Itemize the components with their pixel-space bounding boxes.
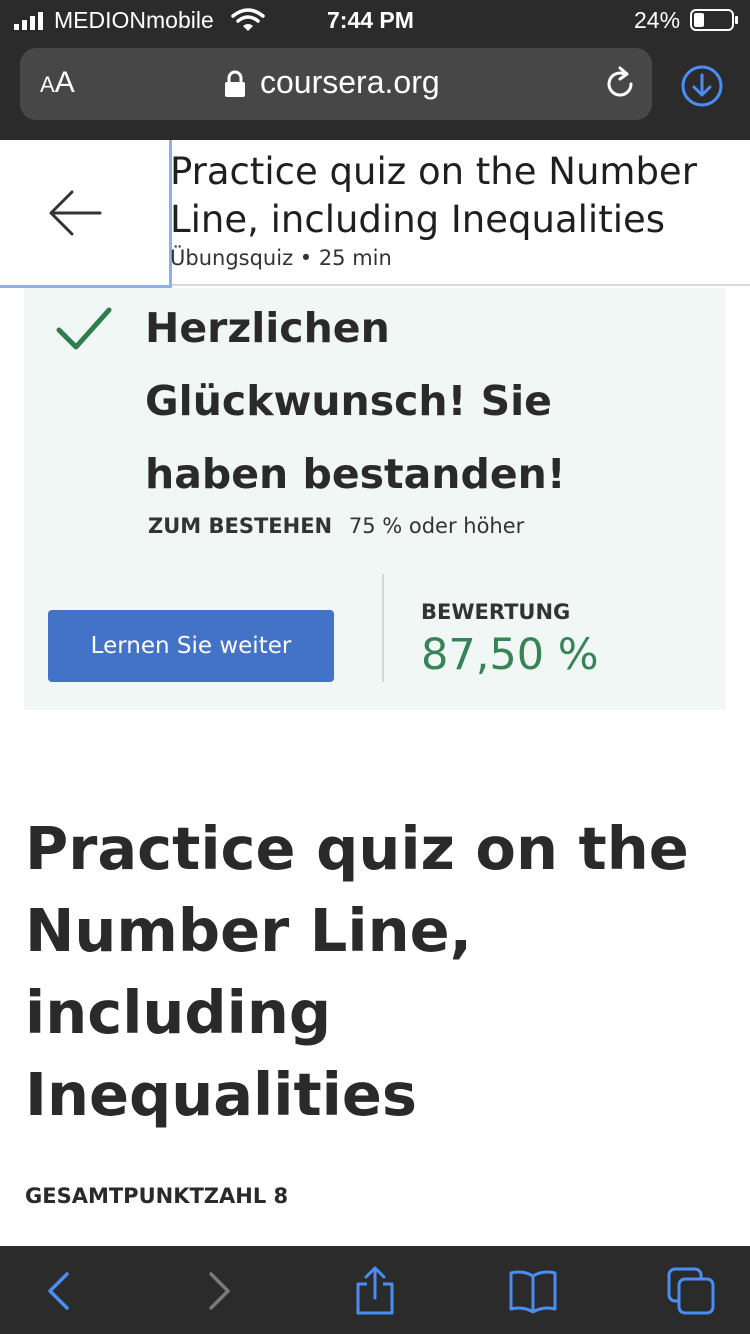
quiz-result-panel: Herzlichen Glückwunsch! Sie haben bestan… — [24, 288, 726, 710]
bookmarks-icon[interactable] — [508, 1266, 558, 1316]
text-size-small-label: A — [40, 72, 55, 97]
continue-learning-button[interactable]: Lernen Sie weiter — [48, 610, 334, 682]
passing-label: ZUM BESTEHEN — [148, 514, 333, 538]
checkmark-icon — [56, 307, 112, 350]
battery-percentage: 24% — [634, 7, 681, 33]
signal-icon — [14, 12, 43, 30]
battery-icon — [690, 9, 738, 31]
item-title: Practice quiz on the Number Line, includ… — [170, 150, 697, 241]
total-points: GESAMTPUNKTZAHL 8 — [25, 1184, 289, 1208]
browser-toolbar — [0, 1246, 750, 1334]
passing-requirement: ZUM BESTEHEN 75 % oder höher — [148, 514, 524, 538]
reload-icon[interactable] — [602, 66, 638, 102]
text-size-button[interactable]: AA — [40, 66, 75, 100]
tabs-icon[interactable] — [666, 1266, 716, 1316]
url-text: coursera.org — [260, 64, 440, 100]
download-icon[interactable] — [680, 64, 724, 108]
grade-label: BEWERTUNG — [421, 600, 571, 624]
status-bar: MEDIONmobile 7:44 PM 24% — [0, 0, 750, 40]
grade-value: 87,50 % — [421, 630, 599, 680]
back-icon[interactable] — [34, 1266, 84, 1316]
forward-icon[interactable] — [194, 1266, 244, 1316]
carrier-name: MEDIONmobile — [54, 7, 214, 33]
wifi-icon — [231, 8, 265, 31]
lock-icon — [225, 70, 245, 97]
passing-value: 75 % oder höher — [348, 514, 525, 538]
browser-address-bar: AA coursera.org — [0, 40, 750, 140]
arrow-left-icon — [49, 190, 102, 236]
divider — [382, 574, 384, 682]
page-title: Practice quiz on the Number Line, includ… — [25, 814, 689, 1129]
item-meta: Übungsquiz • 25 min — [170, 246, 392, 270]
text-size-big-label: A — [54, 66, 75, 99]
clock: 7:44 PM — [327, 7, 414, 33]
url-field[interactable]: AA coursera.org — [20, 48, 652, 120]
pass-message: Herzlichen Glückwunsch! Sie haben bestan… — [145, 304, 566, 498]
course-item-header: Practice quiz on the Number Line, includ… — [0, 140, 750, 288]
share-icon[interactable] — [350, 1266, 400, 1316]
back-button[interactable] — [0, 140, 172, 288]
